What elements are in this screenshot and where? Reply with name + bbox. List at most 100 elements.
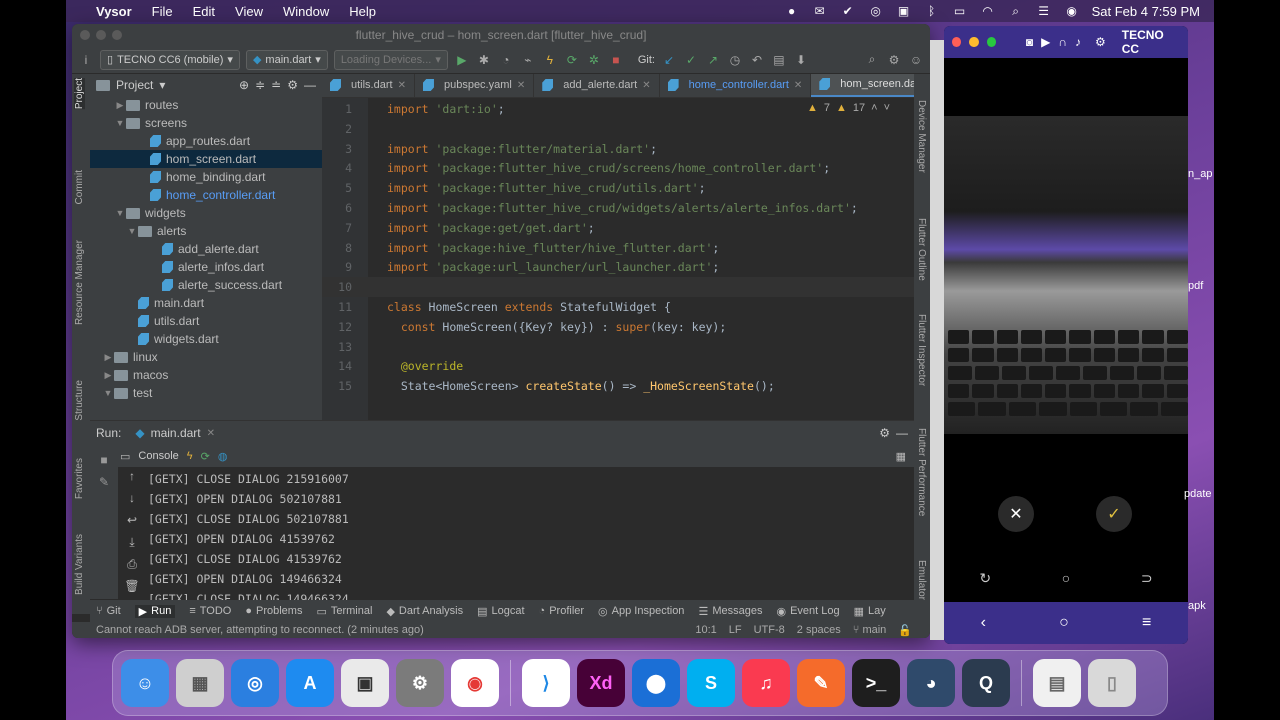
code-line[interactable]: 15 State<HomeScreen> createState() => _H… <box>322 376 914 396</box>
console-output[interactable]: [GETX] CLOSE DIALOG 215916007 [GETX] OPEN… <box>148 469 349 609</box>
chevron-right-icon[interactable]: ▶ <box>102 370 114 381</box>
code-line[interactable]: 10 <box>322 277 914 298</box>
video-icon[interactable]: ▶ <box>1041 35 1050 49</box>
close-icon[interactable]: ✕ <box>207 428 215 439</box>
sdk-manager-icon[interactable]: ⬇ <box>793 52 809 68</box>
tab-device-manager[interactable]: Device Manager <box>916 100 927 173</box>
locate-icon[interactable]: ⊕ <box>239 78 249 92</box>
tree-item[interactable]: alerte_success.dart <box>90 276 322 294</box>
tool-tab[interactable]: ◔ Profiler <box>539 605 585 617</box>
vysor-icon[interactable]: ◕ <box>907 659 955 707</box>
scroll-to-end-icon[interactable]: ⤓ <box>118 535 146 557</box>
chevron-down-icon[interactable]: ▼ <box>114 118 126 128</box>
tool-tab[interactable]: ◉ Event Log <box>776 605 839 618</box>
info-icon[interactable]: i <box>78 52 94 68</box>
lock-icon[interactable]: 🔓 <box>898 624 912 637</box>
git-commit-icon[interactable]: ✓ <box>683 52 699 68</box>
chevron-down-icon[interactable]: ▼ <box>102 388 114 398</box>
tool-tab[interactable]: ≡ TODO <box>189 605 231 617</box>
safari-icon[interactable]: ◎ <box>231 659 279 707</box>
chevron-down-icon[interactable]: ▼ <box>126 226 138 236</box>
minimize-window-button[interactable] <box>969 37 979 47</box>
tool-tab[interactable]: ◎ App Inspection <box>598 605 684 618</box>
chrome-icon[interactable]: ◉ <box>451 659 499 707</box>
code-line[interactable]: 12 const HomeScreen({Key? key}) : super(… <box>322 317 914 337</box>
tool-tab[interactable]: ● Problems <box>245 605 302 617</box>
music-icon[interactable]: ♫ <box>742 659 790 707</box>
tree-item[interactable]: ▶ linux <box>90 348 322 366</box>
layout-icon[interactable]: ▦ <box>896 450 906 463</box>
run-config-selector[interactable]: ◆ main.dart ▾ <box>245 49 328 70</box>
run-icon[interactable]: ▶ <box>454 52 470 68</box>
tree-item[interactable]: widgets.dart <box>90 330 322 348</box>
zoom-window-button[interactable] <box>112 30 122 40</box>
minimize-icon[interactable]: — <box>896 426 908 440</box>
tool-tab[interactable]: ◆ Dart Analysis <box>386 605 463 618</box>
hot-reload-icon[interactable]: ϟ <box>542 52 558 68</box>
tree-item[interactable]: utils.dart <box>90 312 322 330</box>
tool-tab[interactable]: ▤ Logcat <box>477 605 524 618</box>
editor-tab[interactable]: pubspec.yaml ✕ <box>415 74 535 97</box>
vpn-icon[interactable]: ◎ <box>868 4 884 18</box>
tool-tab[interactable]: ☰ Messages <box>698 605 762 618</box>
tree-item[interactable]: add_alerte.dart <box>90 240 322 258</box>
git-branch[interactable]: ⑂ main <box>853 624 887 637</box>
hot-reload-icon[interactable]: ϟ <box>187 450 193 462</box>
tree-item[interactable]: ▼ alerts <box>90 222 322 240</box>
back-curve-icon[interactable]: ⊃ <box>1141 570 1153 587</box>
code-line[interactable]: 13 <box>322 337 914 357</box>
tool-tab[interactable]: ▦ Lay <box>854 605 886 618</box>
zoom-window-button[interactable] <box>986 37 996 47</box>
tree-item[interactable]: ▶ routes <box>90 96 322 114</box>
tree-item[interactable]: alerte_infos.dart <box>90 258 322 276</box>
collapse-all-icon[interactable]: ≑ <box>255 78 265 92</box>
file-encoding[interactable]: UTF-8 <box>754 624 785 637</box>
tree-item[interactable]: ▼ test <box>90 384 322 402</box>
sketch-pen-icon[interactable]: ✎ <box>797 659 845 707</box>
rollback-icon[interactable]: ↶ <box>749 52 765 68</box>
recents-icon[interactable]: ≡ <box>1142 614 1151 632</box>
editor-tab[interactable]: hom_screen.dart✕ <box>811 74 914 97</box>
code-line[interactable]: 6 import 'package:flutter_hive_crud/widge… <box>322 198 914 218</box>
menu-edit[interactable]: Edit <box>183 4 225 19</box>
tab-structure[interactable]: Structure <box>74 380 85 421</box>
rotate-icon[interactable]: ↻ <box>979 570 991 587</box>
tree-item[interactable]: ▼ screens <box>90 114 322 132</box>
gear-icon[interactable]: ⚙ <box>1095 35 1106 49</box>
tab-flutter-inspector[interactable]: Flutter Inspector <box>916 314 927 386</box>
camera-icon[interactable]: ◙ <box>1026 35 1033 49</box>
minimize-icon[interactable]: — <box>304 78 316 92</box>
tree-item[interactable]: hom_screen.dart <box>90 150 322 168</box>
tool-tab[interactable]: ▶ Run <box>134 604 176 618</box>
bluetooth-icon[interactable]: ᛒ <box>924 4 940 18</box>
battery-icon[interactable]: ▭ <box>952 4 968 18</box>
back-icon[interactable]: ‹ <box>981 614 986 632</box>
close-window-button[interactable] <box>80 30 90 40</box>
record-icon[interactable]: ● <box>784 4 800 18</box>
editor-tab[interactable]: utils.dart ✕ <box>322 74 415 97</box>
tree-item[interactable]: home_binding.dart <box>90 168 322 186</box>
screenshot-stack-icon[interactable]: ▤ <box>1033 659 1081 707</box>
search-icon[interactable]: ⌕ <box>864 52 880 68</box>
trash-icon[interactable]: ▯ <box>1088 659 1136 707</box>
tool-tab[interactable]: ⑂ Git <box>96 605 121 617</box>
chevron-down-icon[interactable]: ▾ <box>159 78 165 92</box>
console-tab[interactable]: Console <box>138 450 178 462</box>
chevron-right-icon[interactable]: ▶ <box>114 100 126 111</box>
gear-icon[interactable]: ⚙ <box>879 426 890 440</box>
hot-restart-icon[interactable]: ⟳ <box>564 52 580 68</box>
device-selector[interactable]: ▯ TECNO CC6 (mobile) ▾ <box>100 49 240 70</box>
close-icon[interactable]: ✕ <box>517 80 525 91</box>
mic-icon[interactable]: ♪ <box>1075 35 1081 49</box>
line-separator[interactable]: LF <box>729 624 742 637</box>
app-menu-vysor[interactable]: Vysor <box>86 4 142 19</box>
tab-resource-manager[interactable]: Resource Manager <box>74 240 85 325</box>
profile-icon[interactable]: ◔ <box>498 52 514 68</box>
menu-help[interactable]: Help <box>339 4 386 19</box>
gear-icon[interactable]: ⚙ <box>287 78 298 92</box>
gear-icon[interactable]: ⚙ <box>886 52 902 68</box>
history-icon[interactable]: ◷ <box>727 52 743 68</box>
cancel-capture-button[interactable]: ✕ <box>998 496 1034 532</box>
code-line[interactable]: 14 @override <box>322 356 914 376</box>
tab-favorites[interactable]: Favorites <box>74 458 85 499</box>
